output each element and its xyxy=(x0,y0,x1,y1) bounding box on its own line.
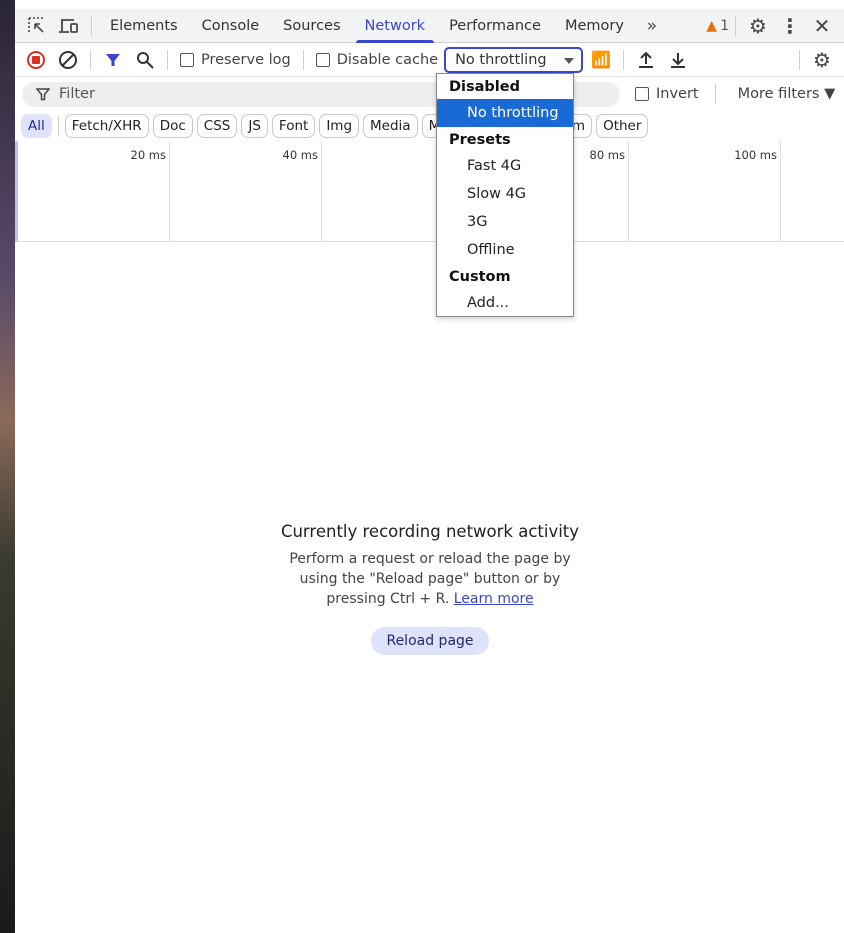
stop-recording-icon[interactable] xyxy=(20,44,52,76)
inspect-element-icon[interactable] xyxy=(21,10,53,42)
tick-label: 40 ms xyxy=(282,148,318,162)
tick-label: 80 ms xyxy=(589,148,625,162)
tick-label: 20 ms xyxy=(130,148,166,162)
chip-media[interactable]: Media xyxy=(363,114,418,138)
grid-line xyxy=(780,141,781,241)
network-toolbar: Preserve log Disable cache No throttling… xyxy=(15,43,844,77)
option-fast-4g[interactable]: Fast 4G xyxy=(437,152,573,180)
checkbox-icon xyxy=(315,52,330,67)
grid-line xyxy=(628,141,629,241)
settings-icon[interactable]: ⚙ xyxy=(742,10,774,42)
chip-img[interactable]: Img xyxy=(319,114,360,138)
search-icon[interactable] xyxy=(129,44,161,76)
grid-line xyxy=(321,141,322,241)
chip-all[interactable]: All xyxy=(21,114,52,138)
checkbox-icon xyxy=(635,87,649,101)
throttling-dropdown-menu: Disabled No throttling Presets Fast 4G S… xyxy=(436,73,574,317)
tick-label: 100 ms xyxy=(734,148,777,162)
option-no-throttling[interactable]: No throttling xyxy=(437,99,573,127)
export-har-icon[interactable] xyxy=(662,44,694,76)
device-toolbar-icon[interactable] xyxy=(53,10,85,42)
chip-css[interactable]: CSS xyxy=(196,114,238,138)
divider xyxy=(735,15,736,36)
filter-row: Filter Invert More filters ▼ xyxy=(15,78,844,110)
divider xyxy=(90,49,91,70)
divider xyxy=(302,49,304,70)
tab-console[interactable]: Console xyxy=(190,9,272,43)
more-filters-button[interactable]: More filters ▼ xyxy=(738,86,836,102)
divider xyxy=(714,84,716,104)
option-slow-4g[interactable]: Slow 4G xyxy=(437,180,573,208)
learn-more-link[interactable]: Learn more xyxy=(454,591,534,607)
chip-js[interactable]: JS xyxy=(241,114,268,138)
divider xyxy=(799,49,800,70)
group-presets: Presets xyxy=(449,131,511,148)
invert-checkbox[interactable]: Invert xyxy=(635,86,699,102)
devtools-tab-bar: Elements Console Sources Network Perform… xyxy=(15,9,844,43)
reload-page-button[interactable]: Reload page xyxy=(371,627,489,655)
more-filters-label: More filters xyxy=(737,86,820,102)
desktop-wallpaper xyxy=(0,0,15,933)
more-options-icon[interactable]: ⋮ xyxy=(774,10,806,42)
network-overview-timeline[interactable]: 20 ms 40 ms 60 ms 80 ms 100 ms xyxy=(15,141,844,242)
network-settings-icon[interactable]: ⚙ xyxy=(806,44,838,76)
network-conditions-icon[interactable]: 📶 xyxy=(585,44,617,76)
disable-cache-checkbox[interactable]: Disable cache xyxy=(315,51,439,68)
filter-placeholder: Filter xyxy=(59,86,95,102)
tab-memory[interactable]: Memory xyxy=(553,9,636,43)
caret-down-icon: ▼ xyxy=(824,86,836,102)
warning-icon: ▲ xyxy=(706,17,718,34)
divider xyxy=(167,49,168,70)
warning-count: 1 xyxy=(720,17,729,34)
throttling-select[interactable]: No throttling xyxy=(444,46,584,73)
disable-cache-label: Disable cache xyxy=(336,51,439,68)
tab-performance[interactable]: Performance xyxy=(437,9,553,43)
more-tabs-icon[interactable]: » xyxy=(636,10,668,42)
invert-label: Invert xyxy=(656,86,699,102)
option-3g[interactable]: 3G xyxy=(437,208,573,236)
preserve-log-label: Preserve log xyxy=(201,51,291,68)
group-custom: Custom xyxy=(449,268,511,285)
empty-state: Currently recording network activity Per… xyxy=(270,522,590,655)
import-har-icon[interactable] xyxy=(630,44,662,76)
preserve-log-checkbox[interactable]: Preserve log xyxy=(180,52,291,68)
close-icon[interactable]: ✕ xyxy=(806,10,838,42)
chip-doc[interactable]: Doc xyxy=(152,114,193,138)
warnings-button[interactable]: ▲ 1 xyxy=(706,18,729,34)
group-disabled: Disabled xyxy=(449,78,520,95)
tab-elements[interactable]: Elements xyxy=(98,9,190,43)
divider xyxy=(623,49,625,70)
clear-icon[interactable] xyxy=(52,44,84,76)
divider xyxy=(91,15,92,36)
filter-icon[interactable] xyxy=(97,44,129,76)
tab-sources[interactable]: Sources xyxy=(271,9,352,43)
checkbox-icon xyxy=(180,52,194,67)
chip-font[interactable]: Font xyxy=(271,114,316,138)
empty-title: Currently recording network activity xyxy=(280,522,580,541)
resource-type-filters: All Fetch/XHR Doc CSS JS Font Img Media … xyxy=(15,112,844,140)
grid-line xyxy=(169,141,170,241)
divider xyxy=(57,116,59,136)
option-add[interactable]: Add... xyxy=(437,289,573,317)
tab-network[interactable]: Network xyxy=(353,9,438,43)
option-offline[interactable]: Offline xyxy=(437,236,573,264)
chip-other[interactable]: Other xyxy=(596,114,649,138)
chip-fetch-xhr[interactable]: Fetch/XHR xyxy=(64,114,149,138)
filter-icon xyxy=(36,88,50,101)
